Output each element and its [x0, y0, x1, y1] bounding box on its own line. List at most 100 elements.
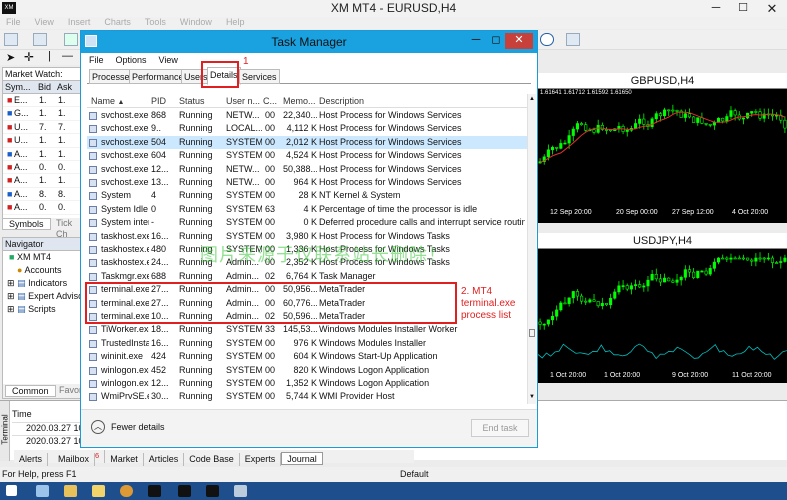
expand-icon[interactable]: ⊞: [7, 304, 15, 314]
process-row[interactable]: wininit.exe 424 Running SYSTEM 00 604 K Window…: [87, 350, 527, 363]
tm-menu-options[interactable]: Options: [116, 55, 147, 65]
tab-favorites[interactable]: Favor: [59, 385, 82, 395]
menu-insert[interactable]: Insert: [68, 17, 91, 27]
xm-terminal-icon[interactable]: [148, 485, 161, 497]
col-pid[interactable]: PID: [151, 94, 166, 108]
hline-icon[interactable]: —: [62, 50, 73, 62]
scroll-thumb[interactable]: [529, 329, 535, 337]
tab-journal[interactable]: Journal: [281, 452, 323, 465]
task-view-icon[interactable]: [92, 485, 105, 497]
process-row[interactable]: TiWorker.exe 18... Running SYSTEM 33 145,53..…: [87, 323, 527, 336]
nav-item-scripts[interactable]: ⊞ ▤ Scripts: [3, 303, 81, 316]
tab-services[interactable]: Services: [239, 69, 280, 84]
xm-terminal-icon[interactable]: [206, 485, 219, 497]
fewer-details-link[interactable]: Fewer details: [111, 422, 165, 432]
period-icon[interactable]: [540, 33, 554, 46]
process-list-scrollbar[interactable]: ▲ ▼: [527, 94, 536, 404]
process-row[interactable]: System inter...- Running SYSTEM00 0 KDeferr…: [87, 216, 527, 229]
tab-symbols[interactable]: Symbols: [2, 218, 51, 230]
scroll-up-icon[interactable]: ▲: [529, 96, 535, 102]
market-watch-row[interactable]: ■ A... 1. 1.: [3, 148, 81, 161]
market-watch-row[interactable]: ■ A... 8. 8.: [3, 188, 81, 202]
process-row[interactable]: winlogon.exe 12... Running SYSTEM 00 1,352 KW…: [87, 377, 527, 390]
process-row[interactable]: System 4 Running SYSTEM 00 28 K NT Kernel & Sy…: [87, 189, 527, 202]
chrome-icon[interactable]: [120, 485, 133, 497]
tm-menu-file[interactable]: File: [89, 55, 104, 65]
market-watch-row[interactable]: ■ U... 7. 7.: [3, 121, 81, 135]
tab-common[interactable]: Common: [5, 385, 56, 397]
menu-view[interactable]: View: [35, 17, 54, 27]
profiles-icon[interactable]: [33, 33, 47, 46]
menu-help[interactable]: Help: [226, 17, 245, 27]
tab-experts[interactable]: Experts: [240, 453, 282, 466]
market-watch-row[interactable]: ■ A... 0. 0.: [3, 201, 81, 215]
folder-icon[interactable]: [64, 485, 77, 497]
nav-item-xm-mt4[interactable]: ■ XM MT4: [3, 251, 81, 264]
tab-code-base[interactable]: Code Base: [184, 453, 240, 466]
expand-icon[interactable]: ⊞: [7, 291, 15, 301]
col-ask[interactable]: Ask: [57, 81, 72, 94]
templates-icon[interactable]: [566, 33, 580, 46]
tab-articles[interactable]: Articles: [144, 453, 185, 466]
process-row[interactable]: svchost.exe 12... Running NETW... 00 50,388..…: [87, 163, 527, 176]
process-row[interactable]: TrustedInsta...16... Running SYSTEM00 976 K…: [87, 337, 527, 350]
market-watch-icon[interactable]: [64, 33, 78, 46]
menu-file[interactable]: File: [6, 17, 21, 27]
cursor-icon[interactable]: ➤: [6, 51, 15, 64]
market-watch-row[interactable]: ■ U... 1. 1.: [3, 134, 81, 148]
start-icon[interactable]: [6, 485, 17, 496]
process-row[interactable]: svchost.exe 504 Running SYSTEM 00 2,012 K Host…: [87, 135, 527, 150]
xm-terminal-icon[interactable]: [178, 485, 191, 497]
tab-alerts[interactable]: Alerts: [14, 453, 49, 466]
col-time[interactable]: Time: [12, 409, 32, 419]
market-watch-row[interactable]: ■ A... 1. 1.: [3, 174, 81, 188]
tm-menu-view[interactable]: View: [159, 55, 178, 65]
col-symbol[interactable]: Sym...: [5, 81, 31, 94]
process-row[interactable]: svchost.exe 868 Running NETW... 00 22,340... H…: [87, 109, 527, 122]
chart-gbpusd[interactable]: GBPUSD,H4 1.61641 1.61712 1.61592 1.6165…: [538, 73, 787, 223]
col-name[interactable]: Name ▲: [91, 94, 124, 110]
menu-window[interactable]: Window: [180, 17, 212, 27]
new-chart-icon[interactable]: [4, 33, 18, 46]
task-manager-icon[interactable]: [234, 485, 247, 497]
menu-tools[interactable]: Tools: [145, 17, 166, 27]
market-watch-row[interactable]: ■ G... 1. 1.: [3, 107, 81, 121]
process-row[interactable]: winlogon.exe 452 Running SYSTEM 00 820 K Windo…: [87, 364, 527, 377]
process-row[interactable]: svchost.exe 604 Running SYSTEM 00 4,524 K Host…: [87, 149, 527, 162]
tab-performance[interactable]: Performance: [129, 69, 187, 84]
market-watch-row[interactable]: ■ E... 1. 1.: [3, 94, 81, 108]
maximize-button[interactable]: ☐: [732, 0, 754, 17]
line-icon[interactable]: |: [48, 50, 51, 62]
col-description[interactable]: Description: [319, 94, 364, 108]
nav-item-accounts[interactable]: ● Accounts: [3, 264, 81, 277]
tm-maximize-button[interactable]: ◻: [485, 33, 507, 49]
col-status[interactable]: Status: [179, 94, 205, 108]
col-bid[interactable]: Bid: [38, 81, 51, 94]
crosshair-icon[interactable]: ✛: [24, 50, 34, 64]
chevron-up-icon[interactable]: ︿: [91, 420, 105, 434]
end-task-button[interactable]: End task: [471, 419, 529, 437]
col-cpu[interactable]: C...: [263, 94, 277, 108]
process-row[interactable]: svchost.exe 13... Running NETW... 00 964 K Hos…: [87, 176, 527, 189]
process-row[interactable]: System Idle ...0 Running SYSTEM63 4 KPercen…: [87, 203, 527, 216]
col-user-name[interactable]: User n...: [226, 94, 260, 108]
tab-tick-chart[interactable]: Tick Ch: [52, 218, 82, 239]
menu-charts[interactable]: Charts: [104, 17, 131, 27]
expand-icon[interactable]: ⊞: [7, 278, 15, 288]
market-watch-row[interactable]: ■ A... 0. 0.: [3, 161, 81, 175]
process-row[interactable]: WmiPrvSE.exe30... Running SYSTEM00 5,744 KW…: [87, 390, 527, 402]
close-button[interactable]: ✕: [758, 0, 786, 17]
tm-minimize-button[interactable]: ─: [465, 33, 487, 49]
minimize-button[interactable]: ─: [705, 0, 727, 17]
explorer-icon[interactable]: [36, 485, 49, 497]
chart-usdjpy[interactable]: USDJPY,H4 1 Oct 20:00 1 Oct 20:00 9 Oct …: [538, 233, 787, 383]
terminal-side-tab[interactable]: Terminal: [0, 401, 10, 461]
process-row[interactable]: svchost.exe 9.. Running LOCAL... 00 4,112 K Ho…: [87, 122, 527, 135]
nav-item-expert-advisors[interactable]: ⊞ ▤ Expert Advisors: [3, 290, 81, 303]
tab-market[interactable]: Market: [105, 453, 144, 466]
nav-item-indicators[interactable]: ⊞ ▤ Indicators: [3, 277, 81, 290]
tab-mailbox[interactable]: Mailbox 6: [48, 450, 106, 466]
scroll-down-icon[interactable]: ▼: [529, 394, 535, 400]
col-memory[interactable]: Memo...: [283, 94, 316, 108]
tm-close-button[interactable]: ✕: [505, 33, 533, 49]
